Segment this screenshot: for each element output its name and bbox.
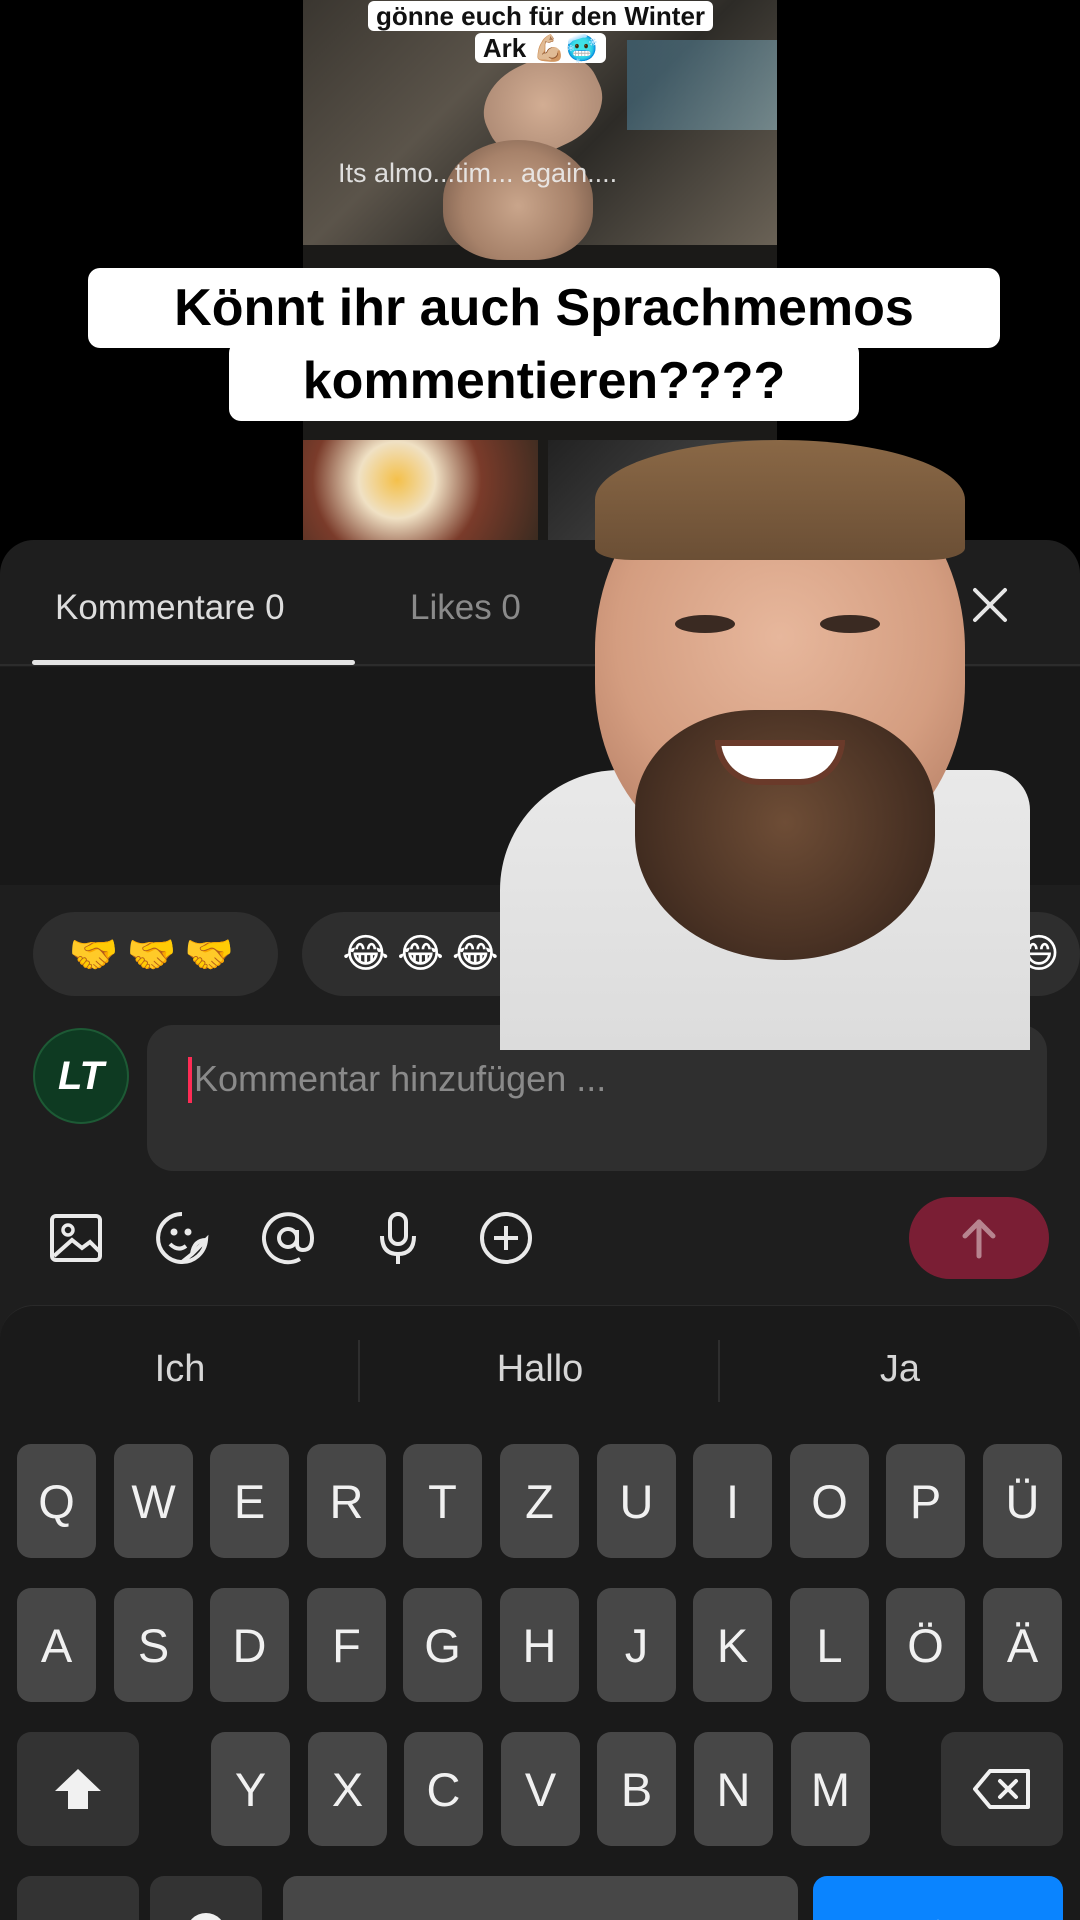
key-ü[interactable]: Ü bbox=[983, 1444, 1062, 1558]
send-button[interactable] bbox=[909, 1197, 1049, 1279]
emoji-key[interactable] bbox=[150, 1876, 262, 1920]
key-l[interactable]: L bbox=[790, 1588, 869, 1702]
return-key[interactable] bbox=[813, 1876, 1063, 1920]
key-m[interactable]: M bbox=[791, 1732, 870, 1846]
key-o[interactable]: O bbox=[790, 1444, 869, 1558]
key-z[interactable]: Z bbox=[500, 1444, 579, 1558]
key-u[interactable]: U bbox=[597, 1444, 676, 1558]
key-x[interactable]: X bbox=[308, 1732, 387, 1846]
key-y[interactable]: Y bbox=[211, 1732, 290, 1846]
microphone-icon[interactable] bbox=[368, 1208, 428, 1268]
keyboard-suggestions: Ich Hallo Ja bbox=[0, 1306, 1080, 1434]
shift-key[interactable] bbox=[17, 1732, 139, 1846]
creator-eye-left bbox=[675, 615, 735, 633]
key-a[interactable]: A bbox=[17, 1588, 96, 1702]
key-f[interactable]: F bbox=[307, 1588, 386, 1702]
video-caption: gönne euch für den Winter Ark 💪🏼🥶 bbox=[348, 0, 733, 64]
suggestion-2[interactable]: Hallo bbox=[360, 1348, 720, 1391]
key-w[interactable]: W bbox=[114, 1444, 193, 1558]
space-key[interactable] bbox=[283, 1876, 798, 1920]
sticker-icon[interactable] bbox=[152, 1208, 212, 1268]
key-d[interactable]: D bbox=[210, 1588, 289, 1702]
quick-reaction-handshake[interactable]: 🤝🤝🤝 bbox=[33, 912, 278, 996]
key-r[interactable]: R bbox=[307, 1444, 386, 1558]
key-e[interactable]: E bbox=[210, 1444, 289, 1558]
key-i[interactable]: I bbox=[693, 1444, 772, 1558]
comment-input-placeholder: Kommentar hinzufügen ... bbox=[194, 1058, 607, 1099]
creator-video-overlay bbox=[500, 440, 1030, 1050]
headline-line-1: Könnt ihr auch Sprachmemos bbox=[88, 268, 1000, 348]
creator-eye-right bbox=[820, 615, 880, 633]
key-g[interactable]: G bbox=[403, 1588, 482, 1702]
key-h[interactable]: H bbox=[500, 1588, 579, 1702]
avatar: LT bbox=[33, 1028, 129, 1124]
on-screen-keyboard: Ich Hallo Ja 123 QWERTZUIOPÜ ASDFGHJKLÖÄ Y… bbox=[0, 1305, 1080, 1920]
numbers-key[interactable]: 123 bbox=[17, 1876, 139, 1920]
arrow-up-icon bbox=[962, 1219, 996, 1259]
add-icon[interactable] bbox=[476, 1208, 536, 1268]
key-t[interactable]: T bbox=[403, 1444, 482, 1558]
key-c[interactable]: C bbox=[404, 1732, 483, 1846]
image-icon[interactable] bbox=[46, 1208, 106, 1268]
key-ö[interactable]: Ö bbox=[886, 1588, 965, 1702]
emoji-icon bbox=[190, 1913, 222, 1920]
creator-hair bbox=[595, 440, 965, 560]
mention-icon[interactable] bbox=[258, 1208, 318, 1268]
key-j[interactable]: J bbox=[597, 1588, 676, 1702]
arrow-up-icon bbox=[937, 1919, 939, 1920]
suggestion-3[interactable]: Ja bbox=[720, 1348, 1080, 1391]
shift-icon bbox=[55, 1769, 101, 1809]
key-ä[interactable]: Ä bbox=[983, 1588, 1062, 1702]
active-tab-indicator bbox=[32, 660, 355, 665]
backspace-key[interactable] bbox=[941, 1732, 1063, 1846]
key-p[interactable]: P bbox=[886, 1444, 965, 1558]
key-n[interactable]: N bbox=[694, 1732, 773, 1846]
key-b[interactable]: B bbox=[597, 1732, 676, 1846]
tab-comments[interactable]: Kommentare 0 bbox=[55, 588, 285, 628]
headline-line-2: kommentieren???? bbox=[229, 341, 859, 421]
key-s[interactable]: S bbox=[114, 1588, 193, 1702]
key-v[interactable]: V bbox=[501, 1732, 580, 1846]
text-caret bbox=[188, 1057, 192, 1103]
video-caption-line-2: Ark 💪🏼🥶 bbox=[474, 33, 607, 63]
key-q[interactable]: Q bbox=[17, 1444, 96, 1558]
video-overlay-text: Its almo...tim... again.... bbox=[338, 158, 618, 188]
key-k[interactable]: K bbox=[693, 1588, 772, 1702]
video-caption-line-1: gönne euch für den Winter bbox=[367, 1, 714, 31]
suggestion-1[interactable]: Ich bbox=[0, 1348, 360, 1391]
backspace-icon bbox=[973, 1769, 1030, 1809]
